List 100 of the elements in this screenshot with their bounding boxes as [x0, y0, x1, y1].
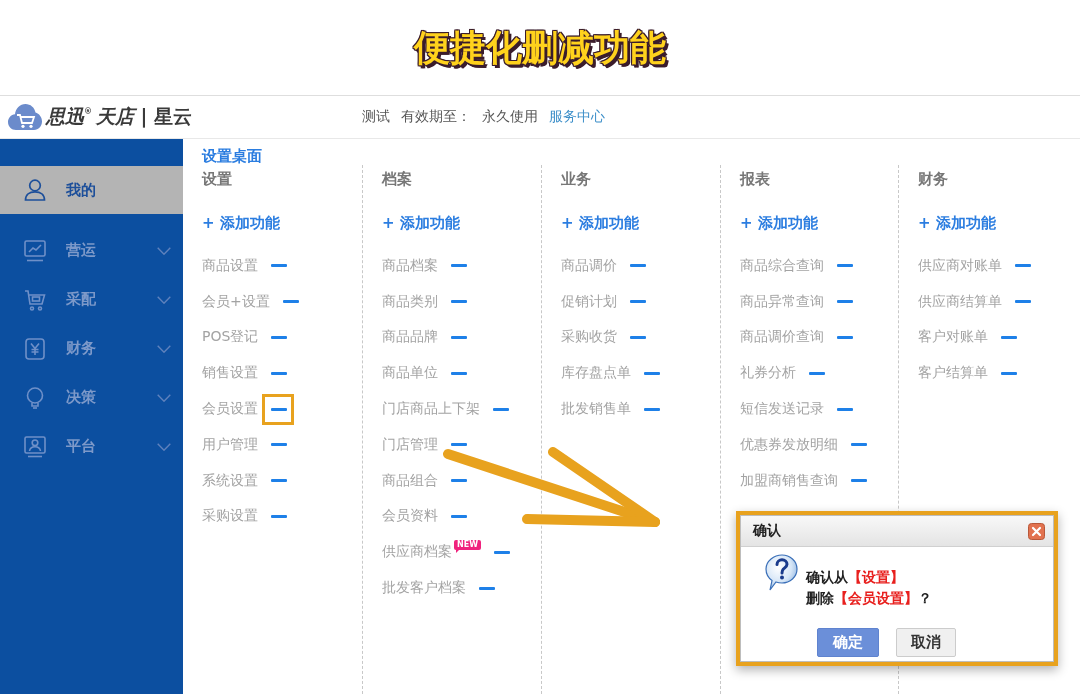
minus-icon[interactable]: [271, 336, 288, 339]
function-item[interactable]: 会员资料: [382, 507, 438, 526]
chevron-down-icon[interactable]: [157, 295, 171, 304]
minus-icon[interactable]: [644, 371, 660, 375]
minus-icon[interactable]: [809, 371, 825, 375]
desktop-title[interactable]: 设置桌面: [202, 147, 262, 165]
minus-icon[interactable]: [494, 550, 510, 554]
minus-icon[interactable]: [271, 479, 287, 483]
minus-icon[interactable]: [479, 586, 495, 590]
sidebar-item[interactable]: 我的: [0, 166, 183, 214]
minus-icon[interactable]: [630, 300, 646, 304]
minus-icon[interactable]: [451, 443, 467, 447]
logo-wordmark: 思迅$^{®}$天店 | 星云: [46, 104, 193, 130]
minus-icon[interactable]: [1015, 300, 1031, 304]
function-item[interactable]: 商品品牌: [382, 328, 438, 347]
service-center-link[interactable]: 服务中心: [549, 108, 605, 126]
yen-document-icon: [24, 337, 46, 360]
function-item[interactable]: 商品调价查询: [740, 328, 824, 347]
function-item[interactable]: 客户对账单: [918, 328, 988, 347]
add-function-link[interactable]: + 添加功能: [918, 213, 996, 233]
sidebar-item[interactable]: 营运: [0, 226, 183, 275]
function-item[interactable]: 加盟商销售查询: [740, 471, 838, 490]
expiry-value: 永久使用: [482, 108, 538, 126]
cloud-cart-icon: [8, 104, 42, 130]
column-title: 档案: [382, 169, 412, 189]
function-item[interactable]: 会员设置: [202, 400, 258, 419]
function-item[interactable]: 礼券分析: [740, 364, 796, 383]
minus-icon[interactable]: [271, 514, 287, 518]
cart-icon: [24, 288, 46, 311]
minus-icon[interactable]: [451, 514, 467, 518]
minus-icon[interactable]: [851, 479, 867, 483]
minus-icon[interactable]: [271, 371, 287, 375]
chevron-down-icon[interactable]: [157, 246, 171, 255]
add-function-link[interactable]: + 添加功能: [740, 213, 818, 233]
minus-icon[interactable]: [451, 479, 467, 483]
cancel-button[interactable]: 取消: [896, 628, 956, 657]
function-item[interactable]: 供应商档案: [382, 543, 452, 562]
function-item[interactable]: 商品档案: [382, 256, 438, 275]
minus-icon[interactable]: [837, 300, 853, 304]
id-card-icon: [24, 435, 46, 458]
question-icon: [765, 554, 798, 591]
function-item[interactable]: 商品组合: [382, 471, 438, 490]
function-item[interactable]: 商品调价: [561, 256, 617, 275]
chevron-down-icon[interactable]: [157, 442, 171, 451]
minus-icon[interactable]: [837, 264, 853, 268]
function-item[interactable]: 采购收货: [561, 328, 617, 347]
add-function-link[interactable]: + 添加功能: [382, 213, 460, 233]
add-function-link[interactable]: + 添加功能: [561, 213, 639, 233]
minus-icon[interactable]: [451, 300, 467, 304]
column-title: 业务: [561, 169, 591, 189]
function-item[interactable]: 系统设置: [202, 471, 258, 490]
function-item[interactable]: 库存盘点单: [561, 364, 631, 383]
chevron-down-icon[interactable]: [157, 393, 171, 402]
minus-icon[interactable]: [271, 407, 287, 411]
minus-icon[interactable]: [1001, 371, 1017, 375]
minus-icon[interactable]: [644, 407, 660, 411]
function-item[interactable]: 客户结算单: [918, 364, 988, 383]
function-item[interactable]: 门店管理: [382, 435, 438, 454]
function-item[interactable]: 促销计划: [561, 292, 617, 311]
minus-icon[interactable]: [271, 443, 287, 447]
function-item[interactable]: 短信发送记录: [740, 400, 824, 419]
function-item[interactable]: 供应商对账单: [918, 256, 1002, 275]
banner-title: 便捷化删减功能: [414, 25, 666, 70]
function-item[interactable]: 采购设置: [202, 507, 258, 526]
function-item[interactable]: 商品异常查询: [740, 292, 824, 311]
chevron-down-icon[interactable]: [157, 344, 171, 353]
sidebar-item[interactable]: 决策: [0, 373, 183, 422]
function-item[interactable]: 用户管理: [202, 435, 258, 454]
function-item[interactable]: 优惠券发放明细: [740, 435, 838, 454]
minus-icon[interactable]: [451, 371, 467, 375]
sidebar-item[interactable]: 采配: [0, 275, 183, 324]
sidebar-item[interactable]: 财务: [0, 324, 183, 373]
function-item[interactable]: 商品类别: [382, 292, 438, 311]
function-item[interactable]: 商品设置: [202, 256, 258, 275]
column-title: 设置: [202, 169, 232, 189]
function-item[interactable]: 销售设置: [202, 364, 258, 383]
minus-icon[interactable]: [493, 407, 509, 411]
minus-icon[interactable]: [837, 407, 853, 411]
function-item[interactable]: 商品单位: [382, 364, 438, 383]
minus-icon[interactable]: [271, 264, 287, 268]
add-function-link[interactable]: + 添加功能: [202, 213, 280, 233]
function-item[interactable]: 会员+设置: [202, 292, 270, 311]
minus-icon[interactable]: [630, 264, 646, 268]
function-item[interactable]: 门店商品上下架: [382, 400, 480, 419]
minus-icon[interactable]: [282, 300, 299, 304]
close-icon[interactable]: [1028, 522, 1045, 540]
function-item[interactable]: 供应商结算单: [918, 292, 1002, 311]
new-badge: NEW: [454, 540, 481, 554]
minus-icon[interactable]: [1015, 264, 1031, 268]
chart-monitor-icon: [24, 239, 46, 262]
dialog-message: 确认从【设置】 删除【会员设置】？: [806, 568, 932, 608]
function-item[interactable]: 批发客户档案: [382, 579, 466, 598]
minus-icon[interactable]: [451, 264, 467, 268]
minus-icon[interactable]: [851, 443, 867, 447]
function-item[interactable]: 商品综合查询: [740, 256, 824, 275]
confirm-button[interactable]: 确定: [817, 628, 879, 657]
function-item[interactable]: POS登记: [202, 328, 259, 347]
lightbulb-icon: [24, 386, 46, 409]
sidebar-item[interactable]: 平台: [0, 422, 183, 471]
function-item[interactable]: 批发销售单: [561, 400, 631, 419]
